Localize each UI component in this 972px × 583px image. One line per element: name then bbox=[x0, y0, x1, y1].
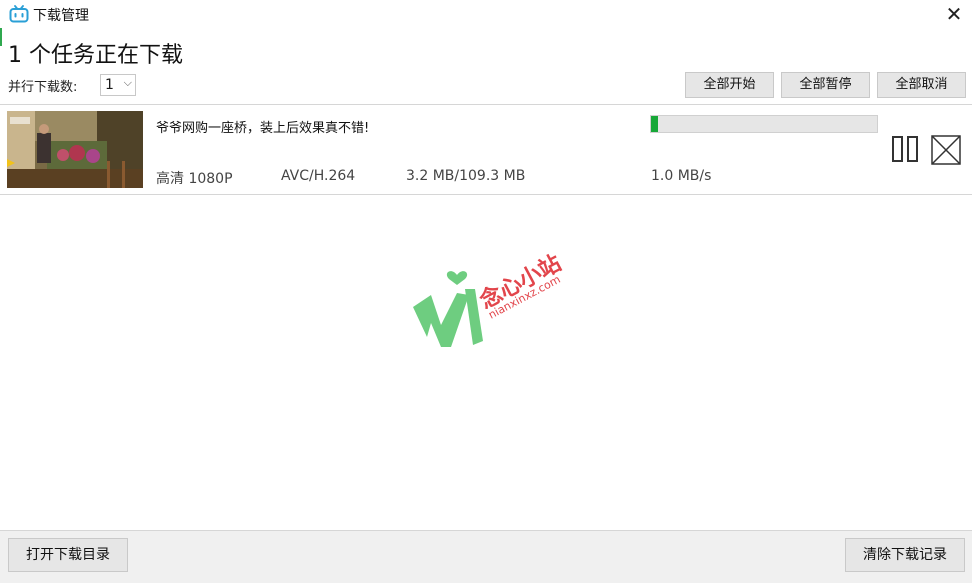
task-size: 3.2 MB/109.3 MB bbox=[406, 168, 526, 184]
parallel-downloads-label: 并行下载数: bbox=[8, 80, 78, 95]
cancel-all-button[interactable]: 全部取消 bbox=[877, 72, 966, 98]
chevron-down-icon: ⌵ bbox=[123, 76, 132, 89]
watermark-logo: 念心小站 nianxinxz.com bbox=[413, 250, 566, 347]
task-speed: 1.0 MB/s bbox=[651, 168, 712, 184]
focus-accent bbox=[0, 28, 2, 46]
cancel-icon[interactable] bbox=[931, 135, 961, 165]
row-divider bbox=[0, 194, 972, 195]
parallel-downloads-value: 1 bbox=[105, 77, 114, 93]
progress-fill bbox=[651, 116, 658, 132]
task-quality: 高清 1080P bbox=[156, 171, 233, 187]
video-thumbnail[interactable] bbox=[7, 111, 143, 188]
page-title: 1 个任务正在下载 bbox=[8, 43, 183, 68]
title-bar: 下载管理 ✕ bbox=[0, 0, 972, 28]
open-download-folder-button[interactable]: 打开下载目录 bbox=[8, 538, 128, 572]
footer-bar bbox=[0, 531, 972, 583]
task-codec: AVC/H.264 bbox=[281, 168, 356, 184]
app-icon bbox=[9, 5, 29, 23]
pause-icon[interactable] bbox=[891, 135, 919, 163]
close-icon[interactable]: ✕ bbox=[940, 2, 968, 26]
parallel-downloads-select[interactable]: 1 ⌵ bbox=[100, 74, 136, 96]
pause-all-button[interactable]: 全部暂停 bbox=[781, 72, 870, 98]
clear-download-history-button[interactable]: 清除下载记录 bbox=[845, 538, 965, 572]
progress-bar bbox=[650, 115, 878, 133]
window-title: 下载管理 bbox=[33, 8, 89, 24]
task-title: 爷爷网购一座桥，装上后效果真不错! bbox=[156, 121, 370, 136]
list-top-divider bbox=[0, 104, 972, 105]
start-all-button[interactable]: 全部开始 bbox=[685, 72, 774, 98]
